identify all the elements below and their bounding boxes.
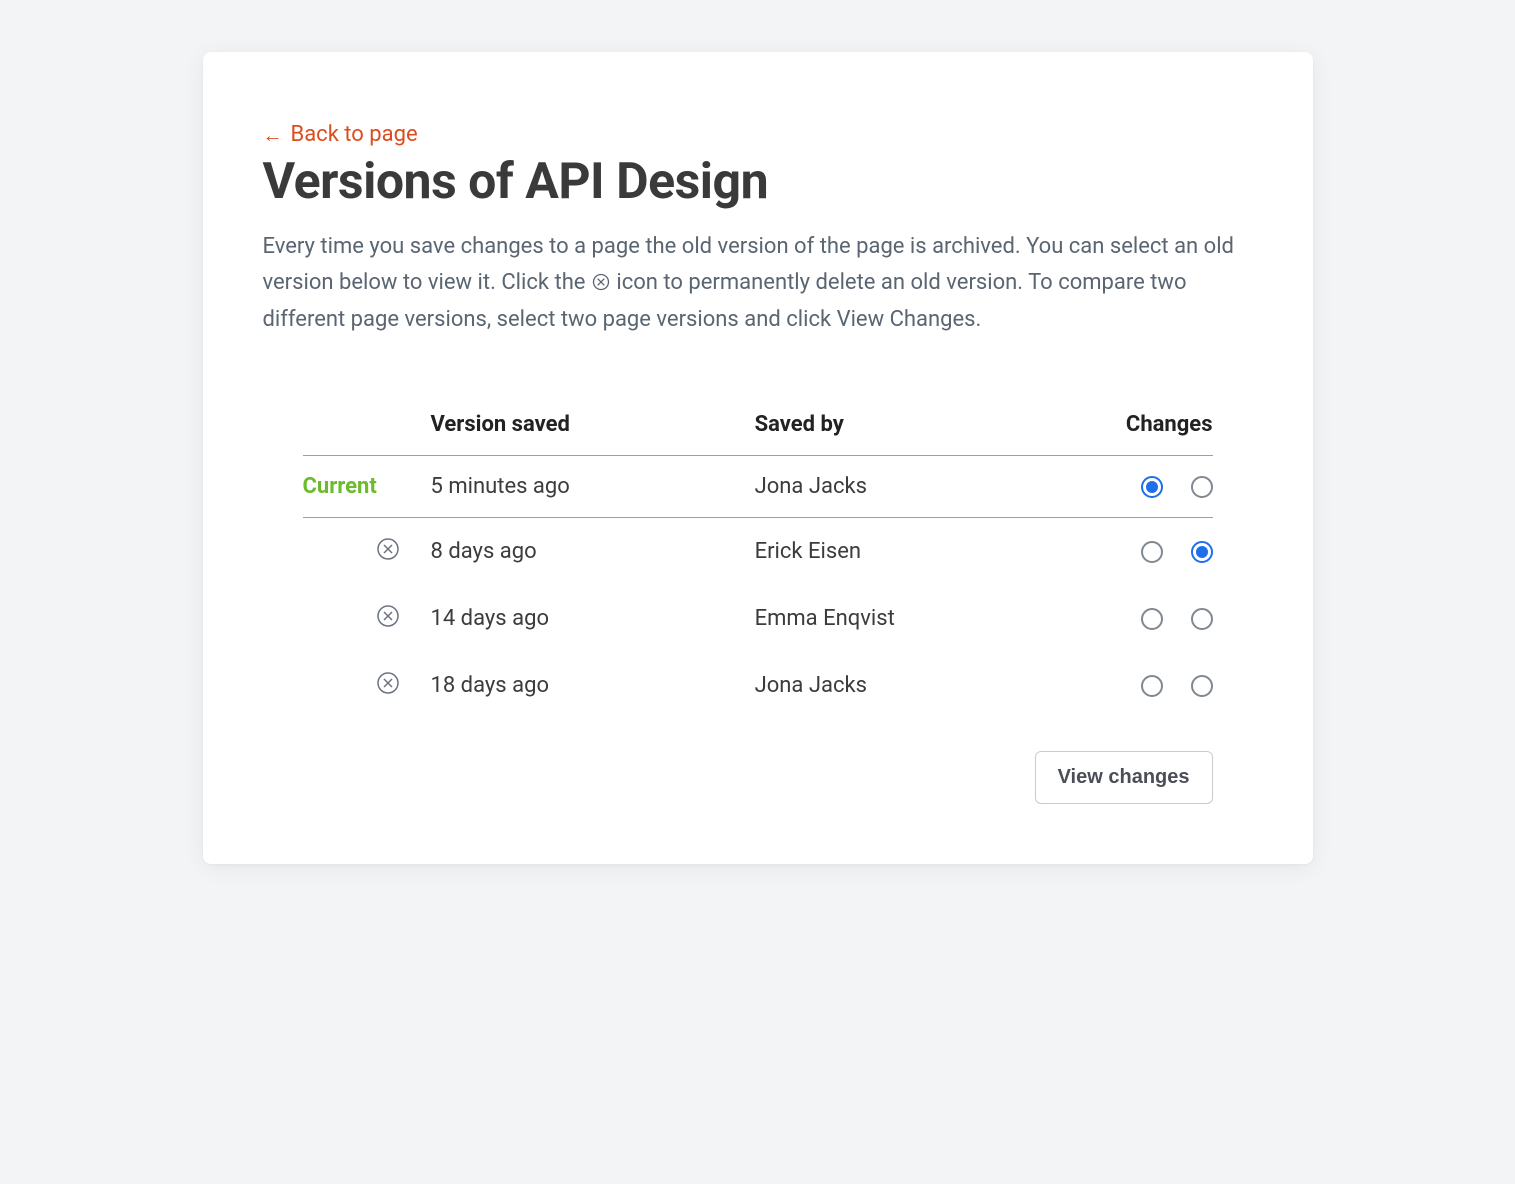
col-changes-header: Changes: [1073, 398, 1213, 456]
compare-radio-b[interactable]: [1191, 541, 1213, 563]
delete-version-button[interactable]: [375, 603, 401, 629]
delete-version-button[interactable]: [375, 670, 401, 696]
col-delete-header: [303, 398, 423, 456]
current-label: Current: [303, 474, 377, 499]
changes-radio-cell: [1073, 585, 1213, 652]
delete-x-icon: [591, 273, 611, 298]
compare-radio-a[interactable]: [1141, 675, 1163, 697]
compare-radio-a[interactable]: [1141, 476, 1163, 498]
back-to-page-link[interactable]: ← Back to page: [263, 122, 418, 147]
table-row: 18 days agoJona Jacks: [303, 652, 1213, 719]
table-row: 8 days agoErick Eisen: [303, 517, 1213, 585]
back-link-label: Back to page: [291, 122, 418, 147]
page-title: Versions of API Design: [263, 153, 1253, 211]
col-saved-by-header: Saved by: [747, 398, 1073, 456]
delete-cell: [303, 517, 423, 585]
versions-tbody: Current5 minutes agoJona Jacks8 days ago…: [303, 455, 1213, 719]
delete-x-icon: [376, 671, 400, 695]
saved-by-cell: Erick Eisen: [747, 517, 1073, 585]
versions-card: ← Back to page Versions of API Design Ev…: [203, 52, 1313, 864]
versions-table-wrap: Version saved Saved by Changes Current 5 …: [263, 398, 1253, 719]
arrow-left-icon: ←: [263, 125, 283, 145]
actions-row: View changes: [263, 719, 1253, 804]
version-saved-cell: 5 minutes ago: [423, 455, 747, 517]
view-changes-button[interactable]: View changes: [1035, 751, 1213, 804]
table-row: 14 days agoEmma Enqvist: [303, 585, 1213, 652]
version-saved-cell: 14 days ago: [423, 585, 747, 652]
delete-x-icon: [376, 537, 400, 561]
col-version-saved-header: Version saved: [423, 398, 747, 456]
saved-by-cell: Jona Jacks: [747, 455, 1073, 517]
current-label-cell: Current: [303, 455, 423, 517]
version-saved-cell: 8 days ago: [423, 517, 747, 585]
changes-radio-cell: [1073, 517, 1213, 585]
changes-radio-cell: [1073, 455, 1213, 517]
compare-radio-b[interactable]: [1191, 608, 1213, 630]
saved-by-cell: Jona Jacks: [747, 652, 1073, 719]
delete-cell: [303, 585, 423, 652]
compare-radio-a[interactable]: [1141, 608, 1163, 630]
saved-by-cell: Emma Enqvist: [747, 585, 1073, 652]
compare-radio-b[interactable]: [1191, 476, 1213, 498]
version-saved-cell: 18 days ago: [423, 652, 747, 719]
page-description: Every time you save changes to a page th…: [263, 229, 1253, 338]
delete-version-button[interactable]: [375, 536, 401, 562]
compare-radio-a[interactable]: [1141, 541, 1163, 563]
changes-radio-cell: [1073, 652, 1213, 719]
table-row: Current 5 minutes agoJona Jacks: [303, 455, 1213, 517]
compare-radio-b[interactable]: [1191, 675, 1213, 697]
delete-x-icon: [376, 604, 400, 628]
versions-table: Version saved Saved by Changes Current 5 …: [303, 398, 1213, 719]
delete-cell: [303, 652, 423, 719]
